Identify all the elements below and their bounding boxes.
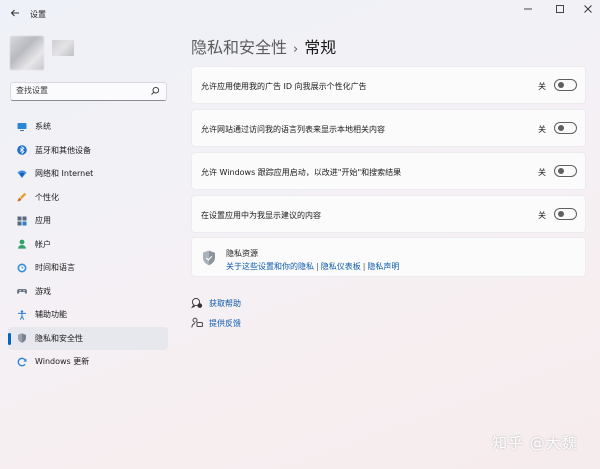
- sidebar-item-time-language[interactable]: 时间和语言: [8, 256, 168, 280]
- link-separator: |: [362, 262, 366, 271]
- setting-label: 允许应用使用我的广告 ID 向我展示个性化广告: [201, 82, 367, 91]
- sidebar-item-accounts[interactable]: 帐户: [8, 233, 168, 257]
- sidebar-item-label: 系统: [35, 122, 51, 132]
- toggle-knob: [558, 125, 564, 131]
- language-list-toggle[interactable]: [554, 122, 577, 134]
- sidebar-item-accessibility[interactable]: 辅助功能: [8, 303, 168, 327]
- privacy-resources-title: 隐私资源: [226, 249, 258, 258]
- toggle-state-text: 关: [538, 82, 546, 91]
- title-bar: 设置: [0, 0, 600, 28]
- privacy-resources-links: 关于这些设置和你的隐私 | 隐私仪表板 | 隐私声明: [226, 261, 399, 272]
- accessibility-icon: [18, 310, 26, 320]
- sidebar-nav: 系统 蓝牙和其他设备 网络和 Internet 个性化 应用 帐户 时间和语言 …: [8, 115, 168, 374]
- setting-label: 允许网站通过访问我的语言列表来显示本地相关内容: [201, 125, 385, 134]
- sidebar-item-network[interactable]: 网络和 Internet: [8, 162, 168, 186]
- setting-label: 允许 Windows 跟踪应用启动，以改进"开始"和搜索结果: [201, 168, 402, 177]
- wifi-icon: [17, 170, 27, 178]
- advertising-id-toggle[interactable]: [554, 79, 577, 91]
- sidebar-item-windows-update[interactable]: Windows 更新: [8, 350, 168, 374]
- toggle-knob: [558, 211, 564, 217]
- give-feedback-label: 提供反馈: [209, 318, 241, 328]
- breadcrumb: 隐私和安全性 › 常规: [191, 34, 336, 58]
- bluetooth-icon: [17, 145, 27, 156]
- apps-icon: [17, 216, 27, 226]
- gamepad-icon: [17, 289, 27, 295]
- app-title: 设置: [30, 10, 46, 19]
- toggle-state-text: 关: [538, 168, 546, 177]
- privacy-dashboard-link[interactable]: 隐私仪表板: [321, 262, 361, 271]
- sidebar-item-apps[interactable]: 应用: [8, 209, 168, 233]
- feedback-icon: [191, 317, 203, 328]
- privacy-statement-link[interactable]: 隐私声明: [367, 262, 399, 271]
- setting-advertising-id: 允许应用使用我的广告 ID 向我展示个性化广告 关: [191, 66, 586, 104]
- give-feedback-link[interactable]: 提供反馈: [191, 317, 241, 329]
- minimize-button[interactable]: [518, 4, 538, 18]
- get-help-label: 获取帮助: [209, 298, 241, 308]
- get-help-link[interactable]: 获取帮助: [191, 297, 241, 309]
- sidebar-item-label: 辅助功能: [35, 310, 67, 320]
- search-input[interactable]: [16, 86, 146, 95]
- suggested-content-toggle[interactable]: [554, 208, 577, 220]
- maximize-button[interactable]: [550, 4, 570, 18]
- globe-clock-icon: [17, 263, 27, 273]
- sidebar-item-personalization[interactable]: 个性化: [8, 186, 168, 210]
- sidebar-item-label: 个性化: [35, 192, 59, 202]
- help-chat-icon: [191, 297, 203, 309]
- search-icon[interactable]: [150, 86, 160, 96]
- setting-app-launch-tracking: 允许 Windows 跟踪应用启动，以改进"开始"和搜索结果 关: [191, 152, 586, 190]
- shield-icon: [18, 333, 26, 343]
- sidebar-item-label: 隐私和安全性: [35, 333, 83, 343]
- monitor-icon: [17, 122, 27, 131]
- toggle-knob: [558, 168, 564, 174]
- about-settings-privacy-link[interactable]: 关于这些设置和你的隐私: [226, 262, 314, 271]
- back-arrow-icon[interactable]: [9, 8, 21, 20]
- toggle-state-text: 关: [538, 125, 546, 134]
- sidebar-item-label: 网络和 Internet: [35, 169, 94, 179]
- update-icon: [17, 357, 27, 367]
- sidebar-item-label: 应用: [35, 216, 51, 226]
- selection-indicator: [8, 332, 11, 345]
- sidebar-item-gaming[interactable]: 游戏: [8, 280, 168, 304]
- close-button[interactable]: [578, 4, 598, 18]
- setting-language-list: 允许网站通过访问我的语言列表来显示本地相关内容 关: [191, 109, 586, 147]
- app-launch-tracking-toggle[interactable]: [554, 165, 577, 177]
- sidebar-item-label: 帐户: [35, 239, 51, 249]
- brush-icon: [17, 193, 27, 202]
- toggle-knob: [558, 82, 564, 88]
- breadcrumb-separator: ›: [293, 42, 299, 57]
- sidebar-item-privacy-security[interactable]: 隐私和安全性: [8, 326, 168, 350]
- sidebar-item-label: 游戏: [35, 286, 51, 296]
- sidebar-item-system[interactable]: 系统: [8, 115, 168, 139]
- page-title: 常规: [304, 38, 337, 57]
- person-icon: [18, 239, 26, 249]
- setting-suggested-content: 在设置应用中为我显示建议的内容 关: [191, 195, 586, 233]
- sidebar-item-label: Windows 更新: [35, 357, 90, 367]
- sidebar-item-label: 时间和语言: [35, 263, 75, 273]
- search-box[interactable]: [10, 82, 167, 101]
- shield-icon: [203, 250, 215, 266]
- sidebar-item-bluetooth[interactable]: 蓝牙和其他设备: [8, 139, 168, 163]
- avatar[interactable]: [10, 36, 44, 70]
- privacy-resources-card: 隐私资源 关于这些设置和你的隐私 | 隐私仪表板 | 隐私声明: [191, 237, 586, 277]
- breadcrumb-parent[interactable]: 隐私和安全性: [191, 38, 287, 57]
- user-name-blurred: [52, 40, 74, 56]
- setting-label: 在设置应用中为我显示建议的内容: [201, 211, 321, 220]
- toggle-state-text: 关: [538, 211, 546, 220]
- watermark: 知乎 @大魏: [492, 434, 578, 452]
- sidebar-item-label: 蓝牙和其他设备: [35, 145, 91, 155]
- link-separator: |: [316, 262, 319, 271]
